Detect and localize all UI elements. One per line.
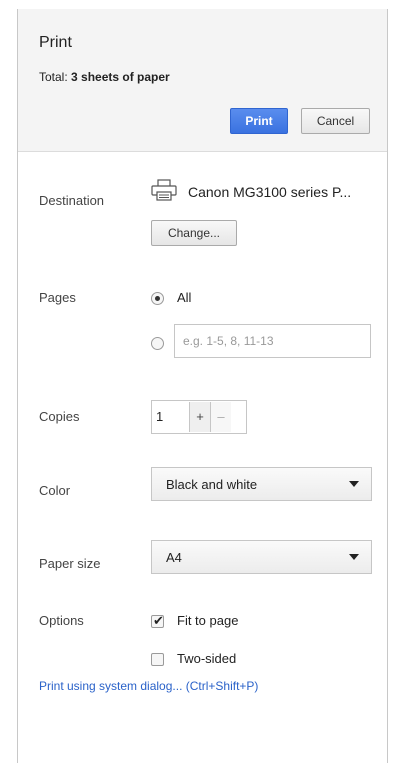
- printer-icon: [151, 179, 177, 201]
- pages-range-input[interactable]: e.g. 1-5, 8, 11-13: [174, 324, 371, 358]
- page-title: Print: [39, 34, 72, 51]
- print-button[interactable]: Print: [230, 108, 288, 134]
- destination-label: Destination: [39, 193, 105, 208]
- checkmark-icon: ✔: [153, 613, 164, 628]
- copies-input[interactable]: 1: [156, 409, 163, 424]
- paper-size-select[interactable]: A4: [151, 540, 372, 574]
- two-sided-label: Two-sided: [177, 651, 237, 666]
- chevron-down-icon: [349, 481, 359, 487]
- options-label: Options: [39, 613, 84, 628]
- pages-all-radio[interactable]: [151, 292, 164, 305]
- color-select[interactable]: Black and white: [151, 467, 372, 501]
- copies-decrement-button[interactable]: –: [210, 402, 231, 432]
- printer-name: Canon MG3100 series P...: [188, 184, 352, 200]
- paper-size-label: Paper size: [39, 556, 101, 571]
- fit-to-page-label: Fit to page: [177, 613, 239, 628]
- summary-value: 3 sheets of paper: [71, 70, 170, 84]
- fit-to-page-checkbox[interactable]: ✔: [151, 613, 164, 628]
- system-dialog-link[interactable]: Print using system dialog... (Ctrl+Shift…: [39, 679, 258, 693]
- color-label: Color: [39, 483, 71, 498]
- copies-label: Copies: [39, 409, 80, 424]
- pages-label: Pages: [39, 290, 76, 305]
- paper-size-select-value: A4: [166, 550, 182, 565]
- color-select-value: Black and white: [166, 477, 258, 492]
- summary-prefix: Total:: [39, 70, 72, 84]
- copies-stepper: 1 + –: [151, 400, 247, 434]
- change-destination-button[interactable]: Change...: [151, 220, 237, 246]
- pages-custom-radio[interactable]: [151, 337, 164, 350]
- pages-all-label: All: [177, 290, 192, 305]
- two-sided-checkbox[interactable]: [151, 653, 164, 666]
- print-header: Print Total: 3 sheets of paper Print Can…: [18, 9, 387, 152]
- copies-increment-button[interactable]: +: [189, 402, 210, 432]
- sheet-summary: Total: 3 sheets of paper: [39, 70, 170, 84]
- print-preview-panel: Print Total: 3 sheets of paper Print Can…: [17, 9, 388, 763]
- chevron-down-icon: [349, 554, 359, 560]
- cancel-button[interactable]: Cancel: [301, 108, 370, 134]
